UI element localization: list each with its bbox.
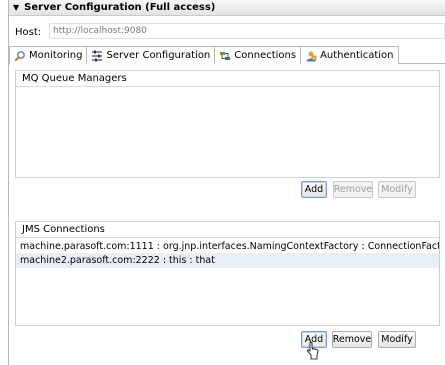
- jms-connections-list[interactable]: machine.parasoft.com:1111 : org.jnp.inte…: [16, 240, 439, 268]
- jms-connections-panel: JMS Connections machine.parasoft.com:111…: [15, 221, 440, 326]
- mq-queue-managers-panel: MQ Queue Managers: [15, 70, 440, 178]
- server-configuration-window: ▼ Server Configuration (Full access) Hos…: [8, 0, 445, 365]
- mq-queue-managers-list[interactable]: [16, 87, 439, 177]
- tab-monitoring[interactable]: Monitoring: [9, 46, 88, 64]
- monitoring-icon: [14, 50, 25, 62]
- tab-connections[interactable]: Connections: [215, 46, 302, 64]
- tab-server-configuration-label: Server Configuration: [106, 50, 211, 61]
- section-header[interactable]: ▼ Server Configuration (Full access): [9, 0, 445, 16]
- tab-authentication[interactable]: Authentication: [301, 46, 399, 64]
- tab-server-configuration[interactable]: Server Configuration: [87, 46, 216, 64]
- jms-connection-row[interactable]: machine2.parasoft.com:2222 : this : that: [16, 254, 439, 268]
- mq-queue-managers-header: MQ Queue Managers: [16, 71, 439, 87]
- authentication-icon: [306, 51, 317, 61]
- host-row: Host:: [15, 23, 445, 39]
- server-config-icon: [92, 50, 103, 61]
- jms-connection-row[interactable]: machine.parasoft.com:1111 : org.jnp.inte…: [16, 240, 439, 254]
- connections-icon: [220, 51, 231, 60]
- mq-remove-button[interactable]: Remove: [333, 181, 373, 198]
- tab-monitoring-label: Monitoring: [29, 50, 83, 61]
- tab-authentication-label: Authentication: [320, 50, 394, 61]
- host-field[interactable]: [49, 23, 445, 39]
- collapse-toggle-icon[interactable]: ▼: [13, 3, 19, 12]
- jms-modify-button[interactable]: Modify: [378, 331, 416, 348]
- mouse-cursor-icon: [307, 342, 319, 360]
- mq-add-button[interactable]: Add: [301, 181, 327, 198]
- tab-bar: Monitoring Server Configuration Connecti…: [9, 46, 445, 64]
- jms-remove-button[interactable]: Remove: [332, 331, 372, 348]
- mq-modify-button[interactable]: Modify: [378, 181, 416, 198]
- jms-connections-header: JMS Connections: [16, 222, 439, 238]
- section-title: Server Configuration (Full access): [24, 2, 216, 13]
- host-label: Host:: [15, 26, 42, 38]
- tab-connections-label: Connections: [234, 50, 297, 61]
